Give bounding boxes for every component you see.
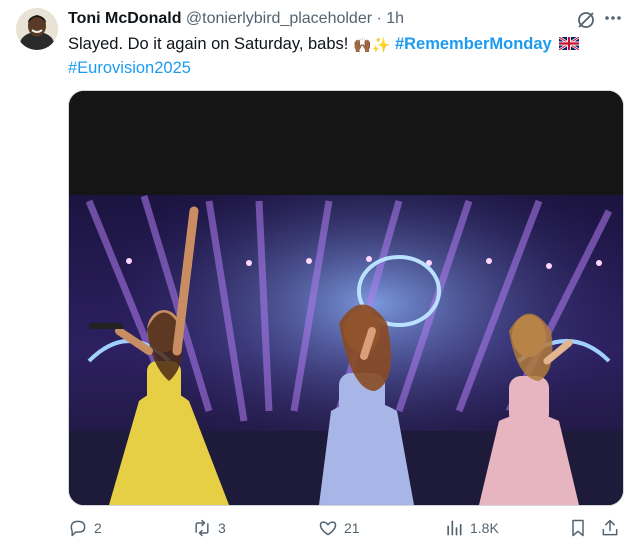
- tweet-actions: 2 3 21 1.8K: [68, 516, 624, 540]
- grok-icon[interactable]: [576, 10, 596, 30]
- tweet-body: Slayed. Do it again on Saturday, babs!: [68, 35, 349, 53]
- reply-count: 2: [94, 520, 102, 536]
- avatar[interactable]: [16, 8, 58, 50]
- repost-icon: [195, 519, 209, 537]
- bookmark-button[interactable]: [568, 516, 588, 540]
- tweet-text: Slayed. Do it again on Saturday, babs! 🙌…: [68, 33, 608, 79]
- timestamp[interactable]: 1h: [386, 10, 404, 27]
- author-name[interactable]: Toni McDonald: [68, 10, 181, 27]
- like-count: 21: [344, 520, 360, 536]
- uk-flag-icon: [558, 34, 581, 52]
- raised-hands-emoji: 🙌🏾: [352, 37, 372, 54]
- views-icon: [447, 520, 462, 536]
- separator-dot: ·: [376, 10, 382, 27]
- hashtag-eurovision2025[interactable]: #Eurovision2025: [68, 59, 191, 77]
- share-button[interactable]: [600, 516, 620, 540]
- bookmark-icon: [572, 519, 584, 537]
- like-button[interactable]: 21: [318, 516, 360, 540]
- stage-performance-image: [69, 91, 623, 505]
- tweet-header: Toni McDonald @tonierlybird_placeholder …: [68, 9, 404, 29]
- share-icon: [602, 519, 618, 536]
- author-handle[interactable]: @tonierlybird_placeholder: [186, 10, 372, 27]
- reply-button[interactable]: 2: [68, 516, 102, 540]
- repost-count: 3: [218, 520, 226, 536]
- like-icon: [319, 521, 337, 536]
- sparkles-emoji: ✨: [371, 37, 391, 54]
- more-icon[interactable]: [602, 8, 624, 30]
- view-count: 1.8K: [470, 520, 499, 536]
- views-button[interactable]: 1.8K: [444, 516, 499, 540]
- avatar-image: [16, 8, 58, 50]
- hashtag-remembermonday[interactable]: #RememberMonday: [395, 35, 552, 53]
- repost-button[interactable]: 3: [192, 516, 226, 540]
- reply-icon: [70, 520, 86, 537]
- tweet-media-photo[interactable]: [68, 90, 624, 506]
